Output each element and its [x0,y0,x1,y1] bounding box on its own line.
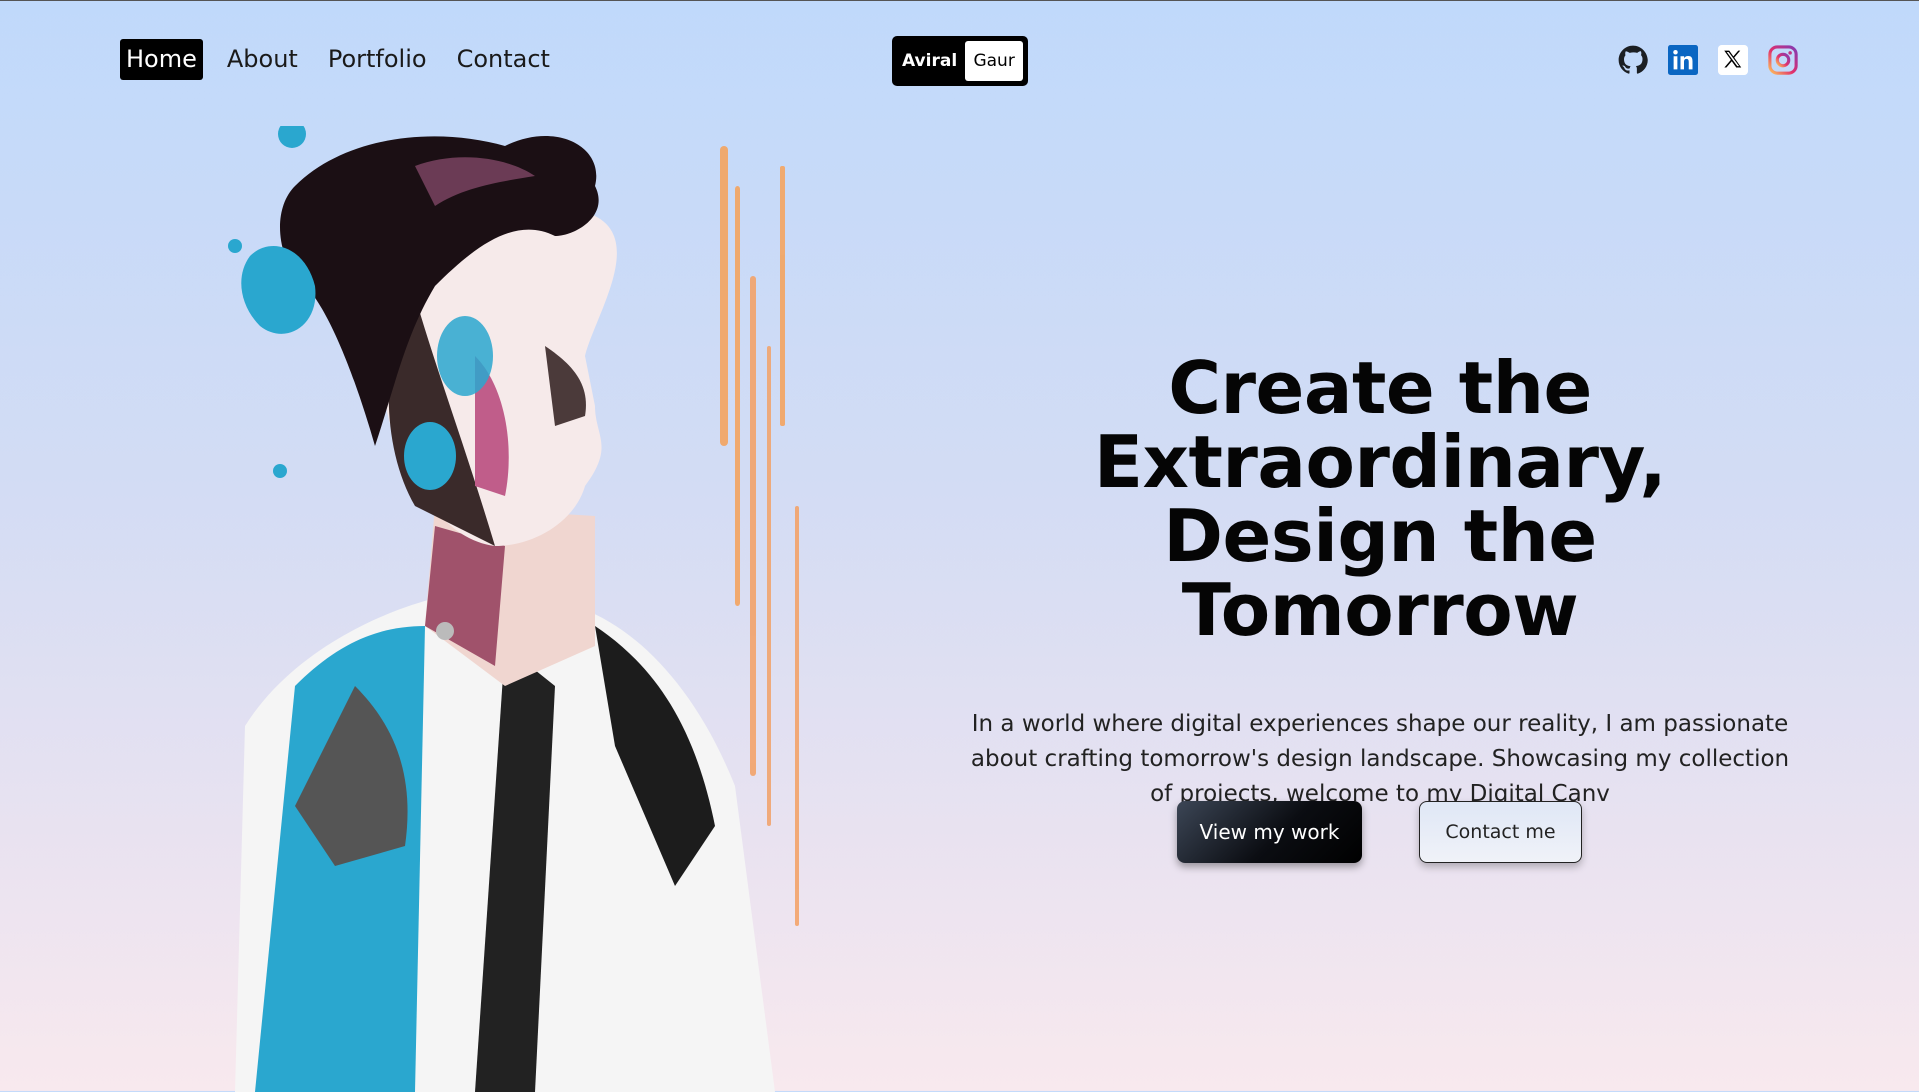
site-logo[interactable]: Aviral Gaur [892,36,1028,86]
nav-home[interactable]: Home [120,39,203,80]
nav-about[interactable]: About [221,39,304,80]
view-work-button[interactable]: View my work [1177,801,1362,863]
nav-contact[interactable]: Contact [451,39,556,80]
social-links [1618,45,1798,75]
hero-title: Create the Extraordinary, Design the Tom… [960,351,1800,647]
main-nav: Home About Portfolio Contact [120,39,574,80]
logo-last-name: Gaur [965,41,1024,81]
github-icon[interactable] [1618,45,1648,75]
hero-actions: View my work Contact me [1177,801,1582,863]
instagram-icon[interactable] [1768,45,1798,75]
portrait-illustration [228,126,799,1092]
logo-first-name: Aviral [902,51,958,71]
linkedin-icon[interactable] [1668,45,1698,75]
hero-section: Create the Extraordinary, Design the Tom… [960,351,1800,812]
contact-me-button[interactable]: Contact me [1419,801,1582,863]
nav-portfolio[interactable]: Portfolio [322,39,433,80]
x-icon[interactable] [1718,45,1748,75]
hero-title-line1: Create the [1168,346,1592,430]
hero-title-line2: Extraordinary, [1093,420,1667,504]
hero-title-line3: Design the Tomorrow [1163,494,1597,652]
hero-description: In a world where digital experiences sha… [970,711,1790,807]
